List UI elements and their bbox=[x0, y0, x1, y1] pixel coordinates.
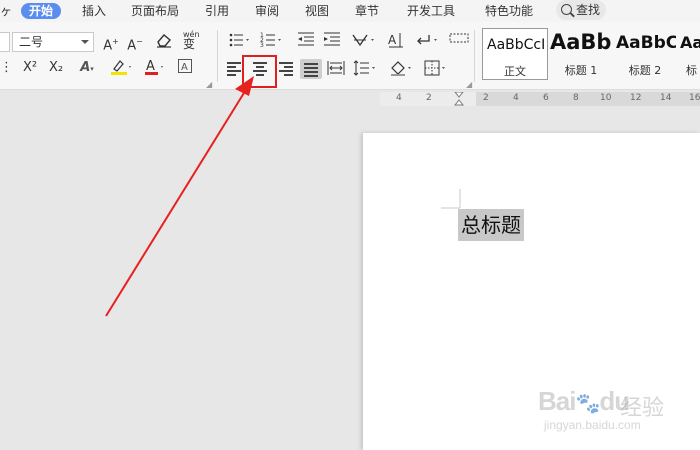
style-normal-label: 正文 bbox=[504, 65, 526, 78]
ribbon-separator bbox=[217, 30, 218, 82]
style-heading-2-label: 标题 2 bbox=[628, 64, 662, 77]
shrink-font-button[interactable]: A− bbox=[126, 32, 144, 53]
distributed-align-button[interactable] bbox=[326, 59, 346, 79]
document-title-text[interactable]: 总标题 bbox=[458, 209, 524, 241]
chinese-layout-button[interactable] bbox=[350, 31, 378, 51]
distributed-align-icon bbox=[327, 61, 345, 75]
style-heading-2-sample: AaBbC bbox=[616, 33, 676, 53]
text-direction-icon: A bbox=[388, 33, 403, 48]
ruler-number: 16 bbox=[689, 93, 700, 103]
increase-indent-button[interactable] bbox=[322, 31, 342, 51]
chinese-layout-icon bbox=[352, 34, 374, 47]
ruler-number: 2 bbox=[483, 93, 489, 103]
ruler-number: 12 bbox=[630, 93, 642, 103]
ruler-number: 4 bbox=[396, 93, 402, 103]
tab-review[interactable]: 审阅 bbox=[255, 3, 279, 19]
style-normal-sample: AaBbCcI bbox=[487, 37, 546, 53]
font-color-icon: A bbox=[145, 59, 163, 75]
decrease-indent-icon bbox=[298, 32, 314, 46]
borders-icon bbox=[424, 60, 445, 76]
increase-indent-icon bbox=[324, 32, 340, 46]
margin-corner-mark bbox=[441, 189, 461, 209]
search-button[interactable]: 查找 bbox=[556, 0, 606, 20]
watermark-logo: Bai🐾du bbox=[538, 386, 630, 416]
highlight-color-button[interactable] bbox=[108, 58, 134, 78]
table-button[interactable] bbox=[448, 31, 470, 51]
style-normal[interactable]: AaBbCcI 正文 bbox=[482, 28, 548, 80]
phonetic-icon: 变 bbox=[183, 37, 196, 51]
horizontal-ruler[interactable]: 4 2 2 4 6 8 10 12 14 16 bbox=[380, 92, 700, 106]
paragraph-dialog-launcher-icon[interactable]: ◢ bbox=[466, 80, 472, 89]
style-heading-3-sample: AaB bbox=[680, 33, 700, 52]
subscript-button[interactable]: X₂ bbox=[46, 58, 66, 78]
char-border-button[interactable]: A bbox=[176, 58, 194, 78]
watermark-url: jingyan.baidu.com bbox=[544, 418, 641, 432]
text-effect-button[interactable]: A▾ bbox=[76, 58, 98, 78]
ribbon-separator-2 bbox=[474, 30, 475, 82]
menu-overflow-icon[interactable]: ヶ bbox=[0, 3, 12, 19]
justify-button[interactable] bbox=[300, 59, 322, 79]
numbered-list-icon: 123 bbox=[260, 32, 281, 49]
style-heading-3[interactable]: AaB 标 bbox=[678, 28, 700, 80]
eraser-icon bbox=[157, 34, 171, 48]
font-size-dropdown[interactable]: 二号 bbox=[12, 32, 94, 52]
search-label: 查找 bbox=[576, 3, 601, 17]
bullet-list-button[interactable] bbox=[228, 31, 252, 51]
ruler-number: 6 bbox=[543, 93, 549, 103]
svg-text:3: 3 bbox=[260, 42, 264, 49]
menu-bar: ヶ 开始 插入 页面布局 引用 审阅 视图 章节 开发工具 特色功能 查找 bbox=[0, 0, 700, 22]
font-size-value: 二号 bbox=[19, 35, 44, 49]
style-heading-2[interactable]: AaBbC 标题 2 bbox=[614, 28, 676, 80]
borders-button[interactable] bbox=[422, 59, 450, 79]
ruler-number: 14 bbox=[660, 93, 672, 103]
char-border-icon: A bbox=[178, 59, 192, 73]
table-icon bbox=[449, 33, 469, 43]
paint-bucket-icon bbox=[391, 61, 411, 76]
tab-page-layout[interactable]: 页面布局 bbox=[131, 3, 179, 19]
phonetic-guide-button[interactable]: wén 变 bbox=[180, 30, 202, 51]
tab-start[interactable]: 开始 bbox=[21, 3, 62, 19]
center-align-highlight bbox=[242, 55, 277, 88]
line-break-icon bbox=[417, 35, 437, 45]
style-heading-1-label: 标题 1 bbox=[564, 64, 598, 77]
style-heading-1-sample: AaBb bbox=[550, 30, 612, 54]
font-dropdown-stub[interactable]: ⋮ bbox=[0, 58, 13, 78]
ruler-number: 2 bbox=[426, 93, 432, 103]
tab-references[interactable]: 引用 bbox=[205, 3, 229, 19]
ruler-number: 4 bbox=[513, 93, 519, 103]
ruler-number: 8 bbox=[573, 93, 579, 103]
line-spacing-icon bbox=[353, 60, 375, 76]
line-break-button[interactable] bbox=[414, 31, 442, 51]
grow-font-button[interactable]: A+ bbox=[102, 32, 120, 53]
style-heading-3-label: 标 bbox=[686, 64, 697, 77]
style-gallery: AaBbCcI 正文 AaBb 标题 1 AaBbC 标题 2 AaB 标 bbox=[478, 28, 700, 82]
tab-view[interactable]: 视图 bbox=[305, 3, 329, 19]
highlighter-icon bbox=[111, 60, 131, 75]
indent-marker-icon[interactable] bbox=[454, 92, 464, 106]
superscript-button[interactable]: X² bbox=[20, 58, 40, 78]
tab-insert[interactable]: 插入 bbox=[82, 3, 106, 19]
font-dialog-launcher-icon[interactable]: ◢ bbox=[206, 80, 212, 89]
tab-chapter[interactable]: 章节 bbox=[355, 3, 379, 19]
font-name-dropdown[interactable] bbox=[0, 32, 10, 52]
baidu-jingyan-watermark: Bai🐾du 经验 jingyan.baidu.com bbox=[538, 372, 698, 442]
style-heading-1[interactable]: AaBb 标题 1 bbox=[550, 28, 612, 80]
search-icon bbox=[561, 4, 572, 15]
bullet-list-icon bbox=[229, 33, 249, 47]
ruler-number: 10 bbox=[600, 93, 612, 103]
numbered-list-button[interactable]: 123 bbox=[260, 31, 284, 51]
svg-text:A: A bbox=[388, 33, 397, 47]
tab-developer[interactable]: 开发工具 bbox=[407, 3, 455, 19]
font-color-button[interactable]: A bbox=[142, 58, 166, 78]
shading-button[interactable] bbox=[388, 59, 416, 79]
line-spacing-button[interactable] bbox=[352, 59, 380, 79]
decrease-indent-button[interactable] bbox=[296, 31, 316, 51]
text-direction-button[interactable]: A bbox=[386, 31, 406, 51]
align-right-button[interactable] bbox=[276, 60, 294, 78]
clear-format-button[interactable] bbox=[154, 32, 174, 52]
svg-text:A: A bbox=[146, 59, 155, 74]
tab-special-features[interactable]: 特色功能 bbox=[485, 3, 533, 19]
svg-text:A: A bbox=[181, 62, 188, 73]
ribbon: 二号 A+ A− wén 变 ⋮ X² X₂ A▾ A A 123 A ◢ ◢ … bbox=[0, 22, 700, 90]
